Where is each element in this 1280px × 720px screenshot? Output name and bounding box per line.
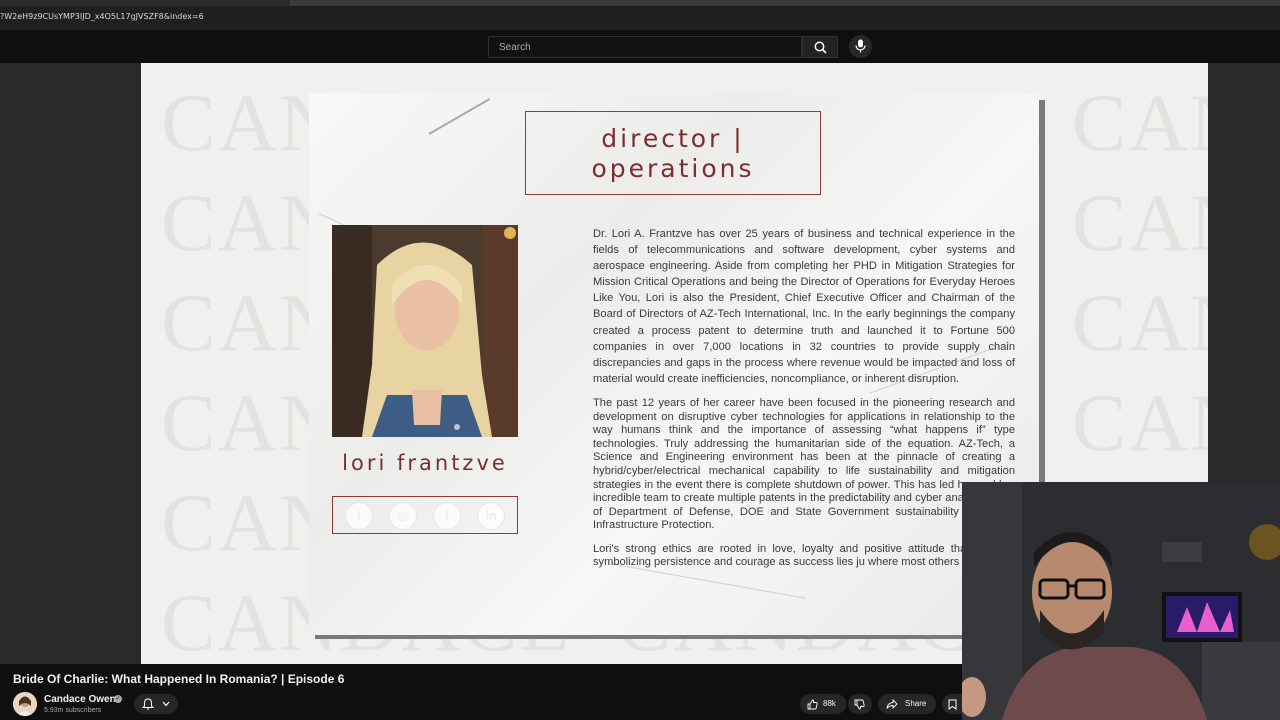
portrait-image xyxy=(332,225,518,437)
profile-photo xyxy=(332,225,518,437)
bio-paragraph-1: Dr. Lori A. Frantzve has over 25 years o… xyxy=(593,228,1015,385)
share-label: Share xyxy=(905,699,927,708)
search-input[interactable] xyxy=(497,41,791,54)
video-info: Bride Of Charlie: What Happened In Roman… xyxy=(0,664,962,720)
verified-icon: ✓ xyxy=(114,695,122,703)
bio-paragraph-3: Lori's strong ethics are rooted in love,… xyxy=(593,542,1015,569)
bookmark-icon xyxy=(948,699,957,710)
slide-title-line1: director | xyxy=(601,124,745,153)
avatar-image xyxy=(13,692,37,716)
search-button[interactable] xyxy=(802,36,838,58)
share-icon xyxy=(886,699,898,709)
notifications-button[interactable] xyxy=(134,694,178,714)
save-button[interactable] xyxy=(942,694,962,714)
chevron-down-icon xyxy=(162,701,170,707)
slide-title-box: director | operations xyxy=(525,111,821,195)
url-text[interactable]: ?W2eH9z9CUsYMP3IJD_x4O5L17gJVSZF8&index=… xyxy=(0,12,204,21)
video-title: Bride Of Charlie: What Happened In Roman… xyxy=(13,672,345,686)
dislike-button[interactable] xyxy=(848,694,872,714)
thumbs-down-icon xyxy=(854,699,865,710)
search-icon xyxy=(814,41,827,54)
twitter-icon: t xyxy=(345,502,373,530)
person-name: lori frantzve xyxy=(342,451,508,475)
thumbs-up-icon xyxy=(807,699,818,710)
bio-slide: director | operations lori frantzve t ◎ … xyxy=(309,93,1039,635)
subscriber-count: 5.93m subscribers xyxy=(44,707,102,714)
social-links: t ◎ f in xyxy=(332,496,518,534)
like-count: 88k xyxy=(823,699,836,708)
bio-text: Dr. Lori A. Frantzve has over 25 years o… xyxy=(593,226,1015,580)
bio-paragraph-2: The past 12 years of her career have bee… xyxy=(593,396,1015,532)
active-tab[interactable] xyxy=(290,0,1280,6)
linkedin-icon: in xyxy=(477,502,505,530)
channel-avatar[interactable] xyxy=(13,692,37,716)
webcam-image xyxy=(962,482,1280,720)
marble-vein xyxy=(428,98,491,135)
voice-search-button[interactable] xyxy=(849,35,872,58)
facebook-icon: f xyxy=(433,502,461,530)
share-button[interactable]: Share xyxy=(878,694,936,714)
webcam-overlay xyxy=(962,482,1280,720)
slide-title-line2: operations xyxy=(591,154,755,183)
browser-url-bar: ?W2eH9z9CUsYMP3IJD_x4O5L17gJVSZF8&index=… xyxy=(0,0,1280,30)
browser-tab-strip xyxy=(0,0,1280,6)
youtube-header xyxy=(0,30,1280,63)
instagram-icon: ◎ xyxy=(389,502,417,530)
channel-name[interactable]: Candace Owens xyxy=(44,694,121,705)
microphone-icon xyxy=(855,39,866,53)
search-box[interactable] xyxy=(488,36,802,58)
bell-icon xyxy=(142,698,154,710)
like-button[interactable]: 88k xyxy=(800,694,846,714)
